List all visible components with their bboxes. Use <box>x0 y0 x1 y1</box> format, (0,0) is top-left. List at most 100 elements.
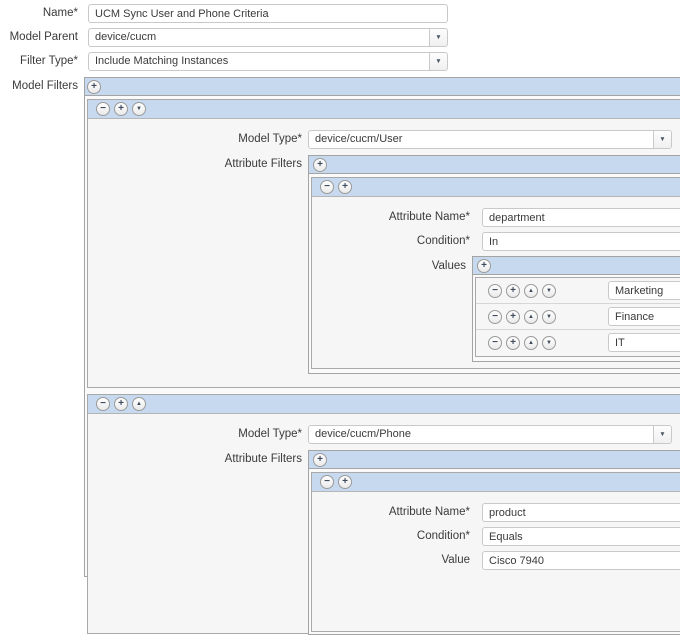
value-row: − + ▲ ▼ <box>476 330 680 356</box>
model-filters-label: Model Filters <box>12 80 78 92</box>
name-label: Name* <box>42 7 78 19</box>
add-value-button[interactable]: + <box>506 336 520 350</box>
move-up-button[interactable]: ▲ <box>132 397 146 411</box>
plus-icon: + <box>317 158 323 170</box>
model-type-select[interactable]: device/cucm/User ▼ <box>308 130 672 149</box>
model-type-value: device/cucm/Phone <box>315 428 411 440</box>
model-type-label: Model Type* <box>238 428 302 440</box>
attribute-filters-group: + − + Attribute Name* Condition* Values … <box>308 155 680 374</box>
model-parent-label: Model Parent <box>9 31 78 43</box>
chevron-up-icon: ▲ <box>528 287 534 294</box>
model-filter-panel-header: − + ▼ <box>88 100 680 119</box>
minus-icon: − <box>492 284 498 296</box>
values-add-bar: + <box>473 257 680 275</box>
plus-icon: + <box>510 337 516 348</box>
value-input[interactable] <box>608 333 680 352</box>
value-label: Value <box>441 554 470 566</box>
condition-label: Condition* <box>416 235 470 247</box>
add-model-filter-button[interactable]: + <box>87 79 101 94</box>
attribute-name-input[interactable] <box>482 208 680 227</box>
plus-icon: + <box>342 181 348 192</box>
plus-icon: + <box>342 476 348 487</box>
remove-attribute-filter-button[interactable]: − <box>320 180 334 194</box>
value-row: − + ▲ ▼ <box>476 304 680 330</box>
attribute-filter-panel-header: − + <box>312 473 680 492</box>
value-input[interactable] <box>608 307 680 326</box>
condition-label: Condition* <box>416 530 470 542</box>
plus-icon: + <box>510 284 516 296</box>
add-attribute-filter-button[interactable]: + <box>338 180 352 194</box>
plus-icon: + <box>118 398 124 409</box>
move-value-up-button[interactable]: ▲ <box>524 309 538 324</box>
model-parent-select[interactable]: device/cucm ▼ <box>88 28 448 47</box>
attribute-filter-panel-header: − + <box>312 178 680 197</box>
move-value-down-button[interactable]: ▼ <box>542 283 556 298</box>
chevron-up-icon: ▲ <box>136 401 142 407</box>
remove-model-filter-button[interactable]: − <box>96 102 110 116</box>
attribute-filter-panel: − + Attribute Name* Condition* Value <box>311 472 680 632</box>
attribute-filters-label: Attribute Filters <box>224 158 302 170</box>
remove-value-button[interactable]: − <box>488 283 502 298</box>
remove-model-filter-button[interactable]: − <box>96 397 110 411</box>
attribute-filters-label: Attribute Filters <box>224 453 302 465</box>
values-group: + − + ▲ ▼ − + ▲ <box>472 256 680 362</box>
model-parent-value: device/cucm <box>95 31 157 43</box>
minus-icon: − <box>492 337 498 348</box>
add-model-filter-button[interactable]: + <box>114 397 128 411</box>
add-value-button[interactable]: + <box>506 309 520 324</box>
chevron-up-icon: ▲ <box>528 313 534 320</box>
move-value-up-button[interactable]: ▲ <box>524 283 538 298</box>
chevron-down-icon: ▼ <box>546 313 552 320</box>
minus-icon: − <box>100 103 106 114</box>
values-label: Values <box>431 260 466 272</box>
add-value-button[interactable]: + <box>477 258 491 273</box>
move-down-button[interactable]: ▼ <box>132 102 146 116</box>
move-value-down-button[interactable]: ▼ <box>542 336 556 350</box>
model-filters-group: + − + ▼ Model Type* device/cucm/User ▼ A… <box>84 77 680 635</box>
dropdown-arrow-icon[interactable]: ▼ <box>653 426 671 443</box>
filter-type-label: Filter Type* <box>20 55 78 67</box>
plus-icon: + <box>91 80 97 92</box>
value-input[interactable] <box>482 551 680 570</box>
model-filter-panel-header: − + ▲ <box>88 395 680 414</box>
move-value-down-button[interactable]: ▼ <box>542 309 556 324</box>
attribute-name-input[interactable] <box>482 503 680 522</box>
name-input[interactable] <box>88 4 448 23</box>
value-input[interactable] <box>608 281 680 300</box>
dropdown-arrow-icon[interactable]: ▼ <box>429 53 447 70</box>
attribute-filter-panel: − + Attribute Name* Condition* Values + … <box>311 177 680 369</box>
remove-value-button[interactable]: − <box>488 336 502 350</box>
attribute-filters-add-bar: + <box>309 156 680 174</box>
add-attribute-filter-button[interactable]: + <box>313 452 327 467</box>
model-type-select[interactable]: device/cucm/Phone ▼ <box>308 425 672 444</box>
model-filter-panel-phone: − + ▲ Model Type* device/cucm/Phone ▼ At… <box>87 394 680 635</box>
add-attribute-filter-button[interactable]: + <box>313 157 327 172</box>
dropdown-arrow-icon[interactable]: ▼ <box>653 131 671 148</box>
remove-attribute-filter-button[interactable]: − <box>320 475 334 489</box>
attribute-name-label: Attribute Name* <box>388 211 470 223</box>
attribute-filters-group: + − + Attribute Name* Condition* Value <box>308 450 680 635</box>
dropdown-arrow-icon[interactable]: ▼ <box>429 29 447 46</box>
remove-value-button[interactable]: − <box>488 309 502 324</box>
chevron-down-icon: ▼ <box>546 287 552 294</box>
condition-input[interactable] <box>482 232 680 251</box>
minus-icon: − <box>324 476 330 487</box>
model-filters-add-bar: + <box>85 78 680 96</box>
chevron-up-icon: ▲ <box>528 340 534 346</box>
attribute-name-label: Attribute Name* <box>388 506 470 518</box>
model-filter-panel-user: − + ▼ Model Type* device/cucm/User ▼ Att… <box>87 99 680 388</box>
plus-icon: + <box>118 103 124 114</box>
plus-icon: + <box>481 259 487 271</box>
model-type-label: Model Type* <box>238 133 302 145</box>
filter-type-value: Include Matching Instances <box>95 55 229 67</box>
minus-icon: − <box>324 181 330 192</box>
plus-icon: + <box>510 310 516 322</box>
filter-type-select[interactable]: Include Matching Instances ▼ <box>88 52 448 71</box>
minus-icon: − <box>492 310 498 322</box>
add-model-filter-button[interactable]: + <box>114 102 128 116</box>
attribute-filters-add-bar: + <box>309 451 680 469</box>
condition-input[interactable] <box>482 527 680 546</box>
add-value-button[interactable]: + <box>506 283 520 298</box>
add-attribute-filter-button[interactable]: + <box>338 475 352 489</box>
move-value-up-button[interactable]: ▲ <box>524 336 538 350</box>
